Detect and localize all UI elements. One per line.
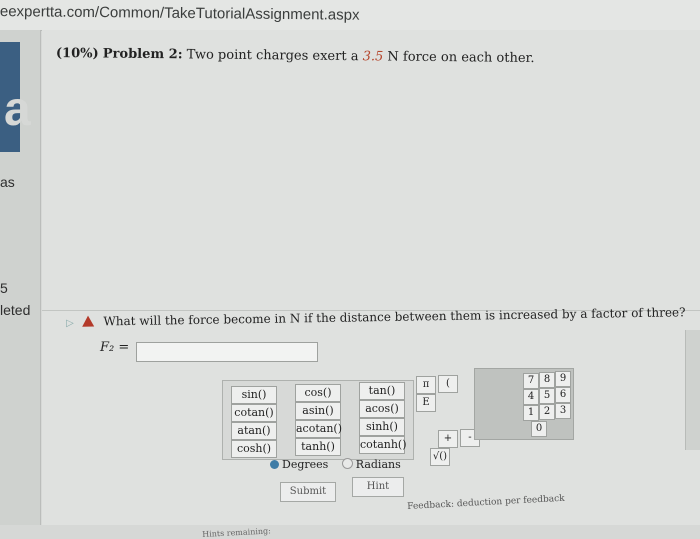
tanh-button[interactable]: tanh() [295, 438, 341, 456]
problem-label: Problem 2: [102, 46, 183, 63]
answer-input[interactable] [136, 342, 318, 362]
sinh-button[interactable]: sinh() [359, 418, 405, 436]
atan-button[interactable]: atan() [231, 422, 277, 440]
digit-4-button[interactable]: 4 [523, 389, 539, 405]
logo-letter: a [4, 83, 31, 136]
warning-icon [81, 315, 94, 327]
feedback-row: Feedback: deduction per feedback [407, 494, 565, 512]
function-keypad: sin() cos() tan() cotan() asin() acos() … [222, 380, 414, 460]
digit-6-button[interactable]: 6 [555, 387, 571, 403]
right-panel-edge [685, 330, 700, 450]
hints-remaining: Hints remaining: [202, 526, 272, 539]
digit-2-button[interactable]: 2 [539, 404, 555, 420]
cos-button[interactable]: cos() [295, 384, 341, 402]
digit-9-button[interactable]: 9 [555, 371, 571, 387]
problem-percent: (10%) [55, 46, 99, 62]
logo: a [0, 42, 31, 152]
radians-radio[interactable] [341, 458, 353, 469]
radians-label: Radians [355, 458, 401, 471]
problem-statement: (10%) Problem 2: Two point charges exert… [56, 46, 535, 66]
sidebar-text-1: as [0, 174, 15, 190]
plus-button[interactable]: + [438, 430, 458, 448]
acos-button[interactable]: acos() [359, 400, 405, 418]
angle-mode: Degrees Radians [270, 458, 401, 471]
cosh-button[interactable]: cosh() [231, 440, 277, 458]
cotan-button[interactable]: cotan() [231, 404, 277, 422]
digit-8-button[interactable]: 8 [539, 372, 555, 388]
expand-arrow-icon[interactable]: ▷ [66, 318, 74, 329]
open-paren-button[interactable]: ( [438, 375, 458, 393]
degrees-radio[interactable] [270, 460, 279, 469]
sin-button[interactable]: sin() [231, 386, 277, 404]
cotanh-button[interactable]: cotanh() [359, 436, 407, 454]
answer-label: F₂ = [100, 340, 130, 355]
sidebar-text-3: leted [0, 302, 31, 318]
digit-5-button[interactable]: 5 [539, 388, 555, 404]
url-text[interactable]: eexpertta.com/Common/TakeTutorialAssignm… [0, 3, 360, 24]
digit-3-button[interactable]: 3 [555, 403, 571, 419]
force-value: 3.5 [362, 49, 384, 65]
feedback-label[interactable]: Feedback: [407, 500, 454, 512]
exponent-button[interactable]: E [416, 394, 436, 412]
degrees-label: Degrees [282, 458, 329, 471]
asin-button[interactable]: asin() [295, 402, 341, 420]
question-row: ▷ What will the force become in N if the… [66, 305, 686, 329]
problem-panel: (10%) Problem 2: Two point charges exert… [42, 30, 700, 539]
hint-button[interactable]: Hint [352, 477, 404, 497]
feedback-note: deduction per feedback [456, 493, 565, 510]
number-keypad: 7 8 9 4 5 6 1 2 3 0 [474, 368, 574, 440]
address-bar[interactable]: eexpertta.com/Common/TakeTutorialAssignm… [0, 0, 700, 31]
problem-text-after: N force on each other. [387, 49, 535, 67]
pi-button[interactable]: π [416, 376, 436, 394]
sqrt-button[interactable]: √() [430, 448, 450, 466]
acotan-button[interactable]: acotan() [295, 420, 342, 438]
digit-0-button[interactable]: 0 [531, 421, 547, 437]
submit-button[interactable]: Submit [280, 482, 336, 502]
left-sidebar: a as 5 leted [0, 30, 41, 525]
question-text: What will the force become in N if the d… [103, 305, 686, 329]
digit-7-button[interactable]: 7 [523, 373, 539, 389]
sidebar-text-2: 5 [0, 280, 8, 296]
digit-1-button[interactable]: 1 [523, 405, 539, 421]
problem-text-before: Two point charges exert a [186, 47, 359, 65]
tan-button[interactable]: tan() [359, 382, 405, 400]
